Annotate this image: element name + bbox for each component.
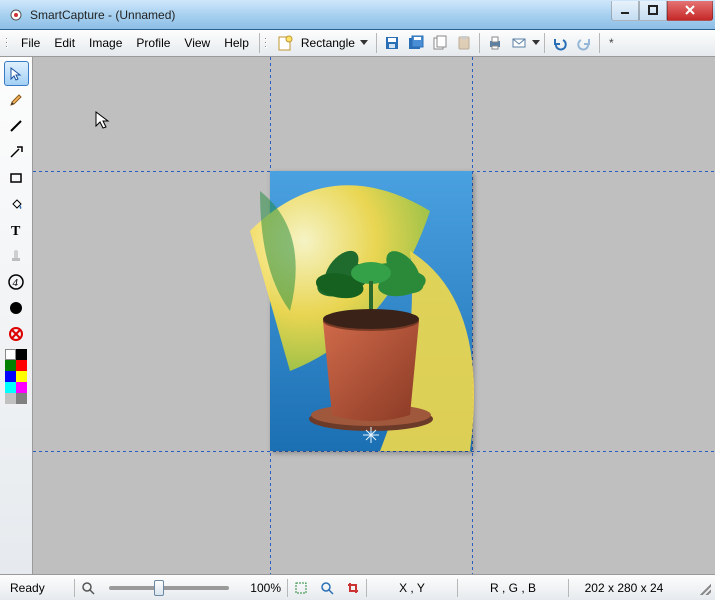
guide-right (472, 57, 473, 574)
tool-fill[interactable] (4, 191, 29, 216)
status-xy: X , Y (367, 575, 457, 600)
redo-button[interactable] (572, 32, 596, 54)
modified-indicator: * (603, 30, 620, 56)
tool-rectangle[interactable] (4, 165, 29, 190)
status-dimensions: 202 x 280 x 24 (569, 575, 679, 600)
menu-image[interactable]: Image (82, 30, 129, 56)
status-bar: Ready 100% X , Y R , G , B 202 x 280 x 2… (0, 574, 715, 600)
menu-view[interactable]: View (177, 30, 217, 56)
tool-rail: T 4 (0, 57, 33, 574)
new-capture-icon[interactable] (273, 32, 297, 54)
svg-text:4: 4 (13, 277, 19, 289)
copy-button[interactable] (428, 32, 452, 54)
close-button[interactable] (667, 1, 713, 21)
color-palette[interactable] (5, 349, 27, 404)
tool-line[interactable] (4, 113, 29, 138)
zoom-tool-icon[interactable] (314, 575, 340, 600)
tool-delete-circle[interactable] (4, 321, 29, 346)
captured-image[interactable] (270, 171, 472, 451)
capture-type-dropdown[interactable] (359, 40, 369, 46)
zoom-out-icon[interactable] (75, 575, 101, 600)
zoom-value: 100% (237, 575, 287, 600)
svg-text:T: T (11, 224, 21, 239)
tool-filled-circle[interactable] (4, 295, 29, 320)
window-titlebar: SmartCapture - (Unnamed) (0, 0, 715, 30)
minimize-button[interactable] (611, 1, 639, 21)
paste-button[interactable] (452, 32, 476, 54)
zoom-slider-thumb[interactable] (154, 580, 164, 596)
status-ready: Ready (4, 575, 74, 600)
app-icon (8, 7, 24, 23)
menu-profile[interactable]: Profile (129, 30, 177, 56)
tool-pencil[interactable] (4, 87, 29, 112)
menu-edit[interactable]: Edit (47, 30, 82, 56)
mail-dropdown[interactable] (531, 30, 541, 56)
save-button[interactable] (380, 32, 404, 54)
print-button[interactable] (483, 32, 507, 54)
canvas-area[interactable] (33, 57, 715, 574)
menu-toolbar: File Edit Image Profile View Help Rectan… (0, 30, 715, 57)
tool-step-number[interactable]: 4 (4, 269, 29, 294)
mail-button[interactable] (507, 32, 531, 54)
capture-type-label[interactable]: Rectangle (301, 36, 355, 50)
tool-text[interactable]: T (4, 217, 29, 242)
mouse-cursor-icon (95, 111, 111, 134)
toolbar-grip[interactable] (6, 30, 11, 56)
window-title: SmartCapture - (Unnamed) (30, 8, 175, 22)
workspace: T 4 (0, 57, 715, 574)
crop-icon[interactable] (340, 575, 366, 600)
status-rgb: R , G , B (458, 575, 568, 600)
resize-grip[interactable] (697, 581, 711, 595)
menu-file[interactable]: File (14, 30, 47, 56)
maximize-button[interactable] (639, 1, 667, 21)
fit-selection-icon[interactable] (288, 575, 314, 600)
menu-help[interactable]: Help (217, 30, 256, 56)
zoom-slider[interactable] (109, 586, 229, 590)
save-all-button[interactable] (404, 32, 428, 54)
toolbar-grip[interactable] (265, 30, 270, 56)
undo-button[interactable] (548, 32, 572, 54)
tool-stamp[interactable] (4, 243, 29, 268)
guide-bottom (33, 451, 715, 452)
tool-arrow[interactable] (4, 139, 29, 164)
tool-pointer[interactable] (4, 61, 29, 86)
